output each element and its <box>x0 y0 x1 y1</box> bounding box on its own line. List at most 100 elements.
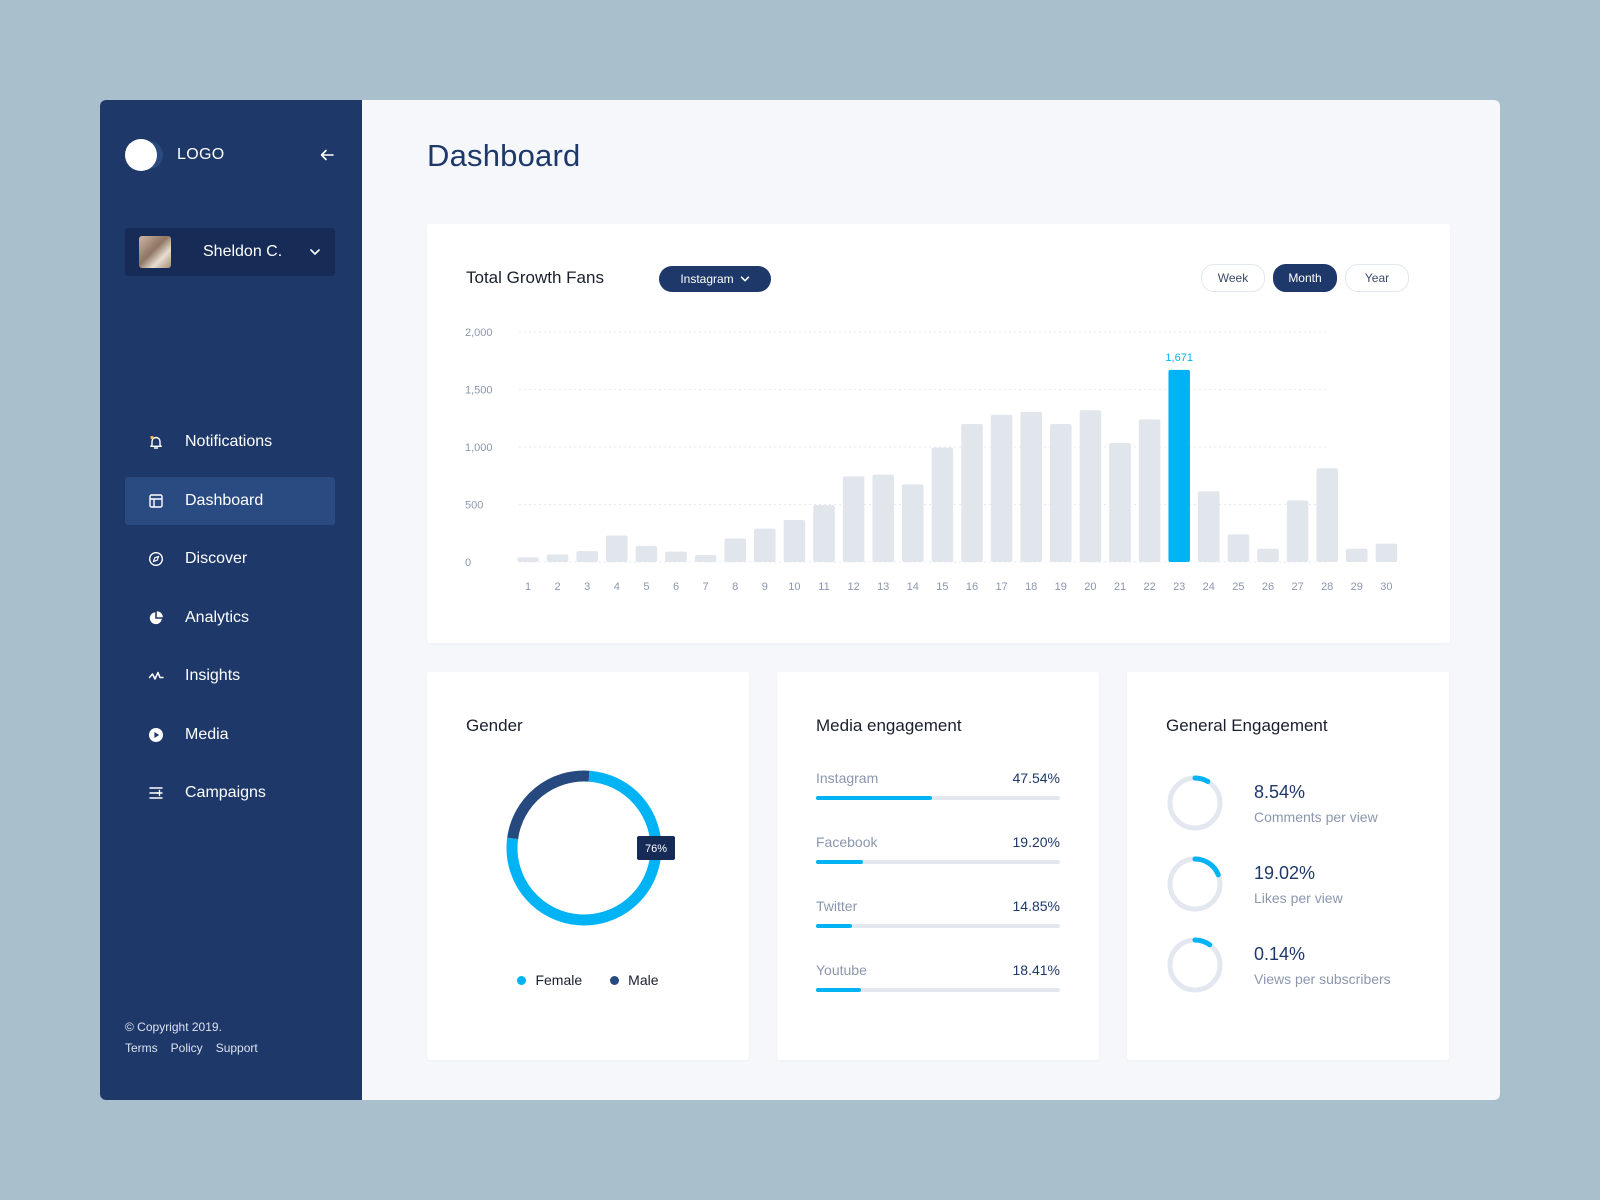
y-tick-label: 500 <box>465 500 483 512</box>
pie-chart-icon <box>147 609 165 627</box>
engagement-value: 8.54% <box>1254 781 1306 802</box>
app-window: LOGO Sheldon C. Notifications Dashboard <box>100 100 1500 1100</box>
logo-text: LOGO <box>177 146 225 163</box>
chart-bar[interactable] <box>1198 491 1220 562</box>
chart-bar[interactable] <box>990 414 1013 562</box>
y-tick-label: 1,000 <box>465 442 493 454</box>
media-name: Youtube <box>816 962 867 978</box>
sidebar-item-label: Insights <box>185 667 241 684</box>
chart-bar[interactable] <box>1138 419 1161 562</box>
support-link[interactable]: Support <box>216 1041 258 1055</box>
chart-bar[interactable] <box>1109 442 1131 562</box>
sidebar-item-analytics[interactable]: Analytics <box>125 594 335 642</box>
general-row-comments: 8.54% Comments per view <box>1166 774 1378 832</box>
x-tick-label: 12 <box>847 581 859 593</box>
chart-bar[interactable] <box>1227 534 1250 562</box>
chart-bar[interactable] <box>694 555 717 562</box>
terms-link[interactable]: Terms <box>125 1041 158 1055</box>
general-row-views: 0.14% Views per subscribers <box>1166 936 1391 994</box>
engagement-value: 0.14% <box>1254 943 1306 964</box>
legend-label: Female <box>535 972 583 988</box>
range-month-button[interactable]: Month <box>1273 264 1337 292</box>
media-row-facebook: Facebook 19.20% <box>816 834 1060 864</box>
platform-select[interactable]: Instagram <box>659 266 771 292</box>
x-tick-label: 18 <box>1025 581 1037 593</box>
media-value: 47.54% <box>1012 770 1060 786</box>
chart-bar[interactable] <box>546 554 569 562</box>
x-tick-label: 6 <box>673 581 679 593</box>
x-tick-label: 13 <box>877 581 889 593</box>
chart-bar[interactable] <box>783 520 806 562</box>
chart-bar[interactable] <box>665 551 687 562</box>
ring-track <box>1167 775 1223 831</box>
layout-icon <box>147 492 165 510</box>
media-row-twitter: Twitter 14.85% <box>816 898 1060 928</box>
sidebar-footer: © Copyright 2019. Terms Policy Support <box>125 1020 258 1055</box>
x-tick-label: 3 <box>584 581 590 593</box>
avatar <box>139 236 171 268</box>
sidebar-item-discover[interactable]: Discover <box>125 535 335 583</box>
range-year-button[interactable]: Year <box>1345 264 1409 292</box>
chart-bar[interactable] <box>1316 468 1338 562</box>
chart-bar[interactable] <box>1050 424 1072 562</box>
x-tick-label: 1 <box>525 581 531 593</box>
engagement-ring <box>1167 775 1223 831</box>
chart-bar[interactable] <box>872 474 894 562</box>
y-tick-label: 2,000 <box>465 327 493 339</box>
chart-bar[interactable] <box>931 447 954 562</box>
chart-bar[interactable] <box>1375 543 1398 562</box>
x-tick-label: 4 <box>614 581 620 593</box>
chart-bar[interactable] <box>1079 410 1102 562</box>
sidebar-item-notifications[interactable]: Notifications <box>125 418 335 466</box>
main-content: Dashboard 2,000 1,500 1,000 500 0 1 2 3 4 5 6 7 8 9 10… <box>362 100 1500 1100</box>
x-tick-label: 25 <box>1232 581 1244 593</box>
chart-bar[interactable] <box>635 545 658 562</box>
media-value: 18.41% <box>1012 962 1060 978</box>
female-dot-icon <box>517 975 527 985</box>
sidebar-item-media[interactable]: Media <box>125 711 335 759</box>
sidebar-item-insights[interactable]: Insights <box>125 652 335 700</box>
chevron-down-icon <box>740 276 749 282</box>
chart-bar[interactable] <box>606 535 628 562</box>
user-menu[interactable]: Sheldon C. <box>125 228 335 276</box>
chart-bar[interactable] <box>754 528 776 562</box>
x-tick-label: 17 <box>995 581 1007 593</box>
chart-bar[interactable] <box>1286 500 1309 562</box>
x-tick-label: 29 <box>1351 581 1363 593</box>
chart-bar[interactable] <box>813 505 835 562</box>
play-icon <box>147 726 165 744</box>
sidebar-item-dashboard[interactable]: Dashboard <box>125 476 335 525</box>
sidebar-item-label: Analytics <box>185 608 250 626</box>
chart-bar[interactable] <box>1168 369 1190 562</box>
chart-bar[interactable] <box>961 424 983 562</box>
collapse-sidebar-button[interactable] <box>317 145 337 165</box>
user-name: Sheldon C. <box>203 243 283 260</box>
progress-fill <box>816 924 853 928</box>
growth-chart-card: 2,000 1,500 1,000 500 0 1 2 3 4 5 6 7 8 9 10 11 12 13 14 15… <box>427 224 1450 643</box>
chart-bar[interactable] <box>842 476 865 562</box>
chart-bar[interactable] <box>1257 548 1279 562</box>
general-card-title: General Engagement <box>1166 716 1328 735</box>
x-tick-label: 27 <box>1291 581 1303 593</box>
chart-bar[interactable] <box>576 551 598 562</box>
chart-bar[interactable] <box>1346 548 1368 562</box>
legend-item-male: Male <box>610 972 659 988</box>
x-tick-label: 5 <box>643 581 649 593</box>
range-week-button[interactable]: Week <box>1201 264 1265 292</box>
chart-bar[interactable] <box>1020 411 1042 562</box>
ring-track <box>1167 937 1223 993</box>
media-value: 19.20% <box>1012 834 1060 850</box>
progress-track <box>816 796 1060 800</box>
policy-link[interactable]: Policy <box>171 1041 203 1055</box>
x-tick-label: 26 <box>1262 581 1274 593</box>
chart-bar[interactable] <box>724 538 746 562</box>
x-tick-label: 2 <box>555 581 561 593</box>
sidebar: LOGO Sheldon C. Notifications Dashboard <box>100 100 362 1100</box>
x-tick-label: 19 <box>1055 581 1067 593</box>
chart-bar[interactable] <box>902 484 924 562</box>
sidebar-item-campaigns[interactable]: Campaigns <box>125 769 335 817</box>
footer-links: Terms Policy Support <box>125 1041 258 1055</box>
page-title: Dashboard <box>427 138 581 173</box>
data-label: 1,671 <box>1165 352 1193 364</box>
chart-bar[interactable] <box>517 557 539 562</box>
